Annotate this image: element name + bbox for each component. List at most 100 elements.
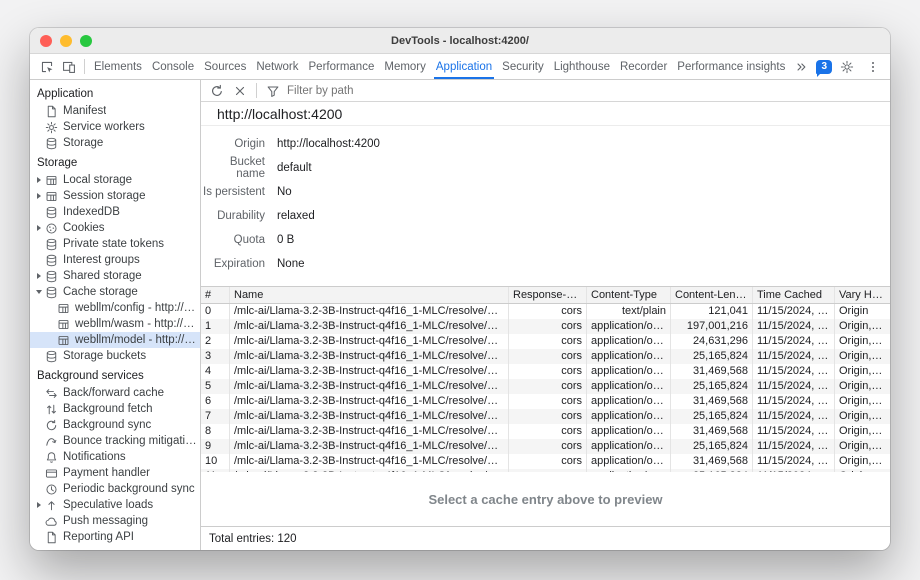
table-row[interactable]: 7/mlc-ai/Llama-3.2-3B-Instruct-q4f16_1-M…: [201, 409, 890, 424]
column-header-content-length[interactable]: Content-Length: [670, 287, 752, 303]
more-tabs-icon[interactable]: [790, 57, 812, 77]
sidebar-item-notifications[interactable]: Notifications: [30, 449, 200, 465]
column-header-vary-header[interactable]: Vary Header: [834, 287, 890, 303]
sidebar-item-interest-groups[interactable]: Interest groups: [30, 252, 200, 268]
sidebar-item-cache-storage[interactable]: Cache storage: [30, 284, 200, 300]
table-row[interactable]: 8/mlc-ai/Llama-3.2-3B-Instruct-q4f16_1-M…: [201, 424, 890, 439]
cell-: 6: [201, 394, 229, 409]
menu-kebab-icon[interactable]: [862, 57, 884, 77]
sidebar-item-webllm-config-http-loc[interactable]: webllm/config - http://loc...: [30, 300, 200, 316]
detail-row: Originhttp://localhost:4200: [201, 132, 890, 156]
tab-security[interactable]: Security: [497, 54, 549, 79]
sidebar-item-private-state-tokens[interactable]: Private state tokens: [30, 236, 200, 252]
cell-: 3: [201, 349, 229, 364]
backforward-icon: [44, 386, 59, 400]
cell-vary-header: Origin,Access…: [834, 334, 890, 349]
issues-count: 3: [821, 60, 827, 73]
refresh-icon[interactable]: [206, 82, 228, 100]
tab-label: Console: [152, 61, 194, 73]
sidebar-item-back-forward-cache[interactable]: Back/forward cache: [30, 385, 200, 401]
table-row[interactable]: 1/mlc-ai/Llama-3.2-3B-Instruct-q4f16_1-M…: [201, 319, 890, 334]
tab-network[interactable]: Network: [251, 54, 303, 79]
sidebar-item-local-storage[interactable]: Local storage: [30, 172, 200, 188]
sidebar-item-speculative-loads[interactable]: Speculative loads: [30, 497, 200, 513]
tab-lighthouse[interactable]: Lighthouse: [549, 54, 615, 79]
tree-expand-icon[interactable]: [34, 177, 44, 183]
cell-vary-header: Origin,Access…: [834, 364, 890, 379]
devtools-content: ApplicationManifestService workersStorag…: [30, 80, 890, 550]
sidebar-item-bounce-tracking-mitigations[interactable]: Bounce tracking mitigations: [30, 433, 200, 449]
table-row[interactable]: 10/mlc-ai/Llama-3.2-3B-Instruct-q4f16_1-…: [201, 454, 890, 469]
sidebar-item-background-fetch[interactable]: Background fetch: [30, 401, 200, 417]
sidebar-item-label: Storage: [63, 137, 103, 149]
column-header-[interactable]: #: [201, 287, 229, 303]
sidebar-item-reporting-api[interactable]: Reporting API: [30, 529, 200, 545]
sidebar-item-push-messaging[interactable]: Push messaging: [30, 513, 200, 529]
tree-expand-icon[interactable]: [34, 273, 44, 279]
column-header-name[interactable]: Name: [229, 287, 508, 303]
tab-label: Recorder: [620, 61, 667, 73]
tree-expand-icon[interactable]: [34, 225, 44, 231]
tab-application[interactable]: Application: [431, 54, 497, 79]
table-row[interactable]: 5/mlc-ai/Llama-3.2-3B-Instruct-q4f16_1-M…: [201, 379, 890, 394]
bell-icon: [44, 450, 59, 464]
sidebar-item-manifest[interactable]: Manifest: [30, 103, 200, 119]
sidebar-item-cookies[interactable]: Cookies: [30, 220, 200, 236]
preview-placeholder: Select a cache entry above to preview: [201, 472, 890, 526]
table-row[interactable]: 9/mlc-ai/Llama-3.2-3B-Instruct-q4f16_1-M…: [201, 439, 890, 454]
sidebar-item-webllm-wasm-http-loca[interactable]: webllm/wasm - http://loca...: [30, 316, 200, 332]
sidebar-item-storage-buckets[interactable]: Storage buckets: [30, 348, 200, 364]
column-header-content-type[interactable]: Content-Type: [586, 287, 670, 303]
table-row[interactable]: 6/mlc-ai/Llama-3.2-3B-Instruct-q4f16_1-M…: [201, 394, 890, 409]
sidebar-item-storage[interactable]: Storage: [30, 135, 200, 151]
tab-recorder[interactable]: Recorder: [615, 54, 672, 79]
cell-name: /mlc-ai/Llama-3.2-3B-Instruct-q4f16_1-ML…: [229, 379, 508, 394]
table-row[interactable]: 0/mlc-ai/Llama-3.2-3B-Instruct-q4f16_1-M…: [201, 304, 890, 319]
tab-performance-insights[interactable]: Performance insights: [672, 54, 790, 79]
sidebar-item-shared-storage[interactable]: Shared storage: [30, 268, 200, 284]
sidebar-item-periodic-background-sync[interactable]: Periodic background sync: [30, 481, 200, 497]
tree-expand-icon[interactable]: [34, 193, 44, 199]
tree-expand-icon[interactable]: [34, 502, 44, 508]
tab-label: Lighthouse: [554, 61, 610, 73]
issues-count-badge[interactable]: 3: [816, 60, 832, 74]
sidebar-item-webllm-model-http-loc[interactable]: webllm/model - http://loc...: [30, 332, 200, 348]
tab-performance[interactable]: Performance: [304, 54, 380, 79]
cell-vary-header: Origin,Access…: [834, 424, 890, 439]
cell-response-type: cors: [508, 454, 586, 469]
zoom-window-button[interactable]: [80, 35, 92, 47]
table-row[interactable]: 2/mlc-ai/Llama-3.2-3B-Instruct-q4f16_1-M…: [201, 334, 890, 349]
sidebar-item-label: Push messaging: [63, 515, 148, 527]
column-header-time-cached[interactable]: Time Cached: [752, 287, 834, 303]
detail-row: Durabilityrelaxed: [201, 204, 890, 228]
tree-collapse-icon[interactable]: [34, 290, 44, 294]
database-icon: [44, 349, 59, 363]
tab-console[interactable]: Console: [147, 54, 199, 79]
tab-memory[interactable]: Memory: [379, 54, 431, 79]
sidebar-item-label: Payment handler: [63, 467, 150, 479]
sidebar-item-label: Cookies: [63, 222, 105, 234]
inspect-element-icon[interactable]: [36, 57, 58, 77]
tab-elements[interactable]: Elements: [89, 54, 147, 79]
tab-sources[interactable]: Sources: [199, 54, 251, 79]
table-row[interactable]: 4/mlc-ai/Llama-3.2-3B-Instruct-q4f16_1-M…: [201, 364, 890, 379]
tab-label: Performance: [309, 61, 375, 73]
sidebar-item-indexeddb[interactable]: IndexedDB: [30, 204, 200, 220]
device-toolbar-icon[interactable]: [58, 57, 80, 77]
sidebar-item-payment-handler[interactable]: Payment handler: [30, 465, 200, 481]
settings-gear-icon[interactable]: [836, 57, 858, 77]
sidebar-item-background-sync[interactable]: Background sync: [30, 417, 200, 433]
cell-content-type: application/oc…: [586, 364, 670, 379]
sidebar-item-label: Speculative loads: [63, 499, 153, 511]
sidebar-item-session-storage[interactable]: Session storage: [30, 188, 200, 204]
clear-icon[interactable]: [229, 82, 251, 100]
minimize-window-button[interactable]: [60, 35, 72, 47]
close-window-button[interactable]: [40, 35, 52, 47]
column-header-response-type[interactable]: Response-Type: [508, 287, 586, 303]
table-row[interactable]: 3/mlc-ai/Llama-3.2-3B-Instruct-q4f16_1-M…: [201, 349, 890, 364]
filter-by-path-input[interactable]: [285, 85, 525, 97]
cell-response-type: cors: [508, 349, 586, 364]
sidebar-item-service-workers[interactable]: Service workers: [30, 119, 200, 135]
table-icon: [56, 317, 71, 331]
cell-vary-header: Origin,Access…: [834, 379, 890, 394]
